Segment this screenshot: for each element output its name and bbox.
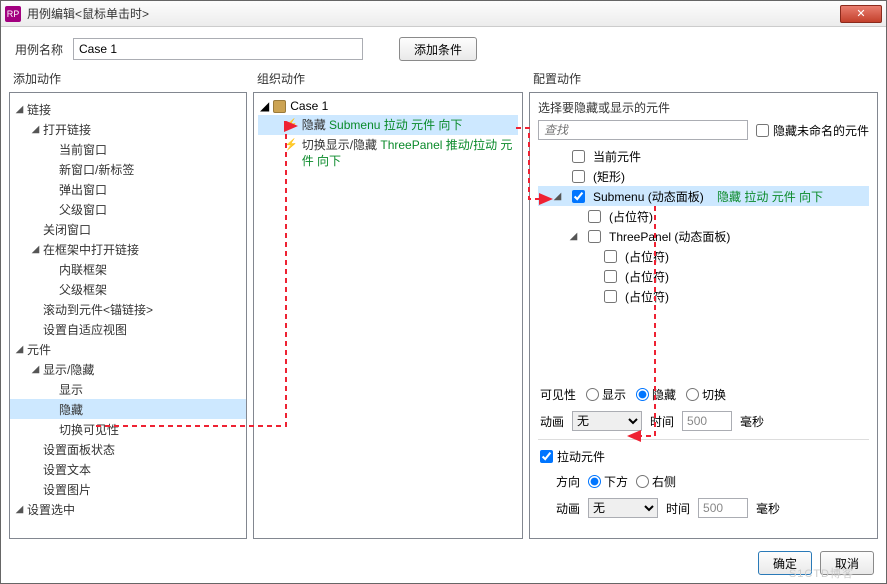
tree-scroll-to[interactable]: 滚动到元件<锚链接> (10, 299, 246, 319)
titlebar: RP 用例编辑<鼠标单击时> ✕ (1, 1, 886, 27)
case-editor-dialog: RP 用例编辑<鼠标单击时> ✕ 用例名称 添加条件 添加动作 ◢链接 ◢打开链… (0, 0, 887, 584)
pull-anim-select[interactable]: 无 (588, 498, 658, 518)
wi-ph4[interactable]: (占位符) (538, 286, 869, 306)
wi-threepanel[interactable]: ◢ThreePanel (动态面板) (538, 226, 869, 246)
org-case[interactable]: ◢ Case 1 (258, 97, 518, 115)
wi-ph3[interactable]: (占位符) (538, 266, 869, 286)
tree-hide[interactable]: 隐藏 (10, 399, 246, 419)
tree-open-in-frame[interactable]: ◢在框架中打开链接 (10, 239, 246, 259)
tree-parent-window[interactable]: 父级窗口 (10, 199, 246, 219)
bolt-icon: ⚡ (284, 117, 298, 133)
wi-submenu[interactable]: ◢Submenu (动态面板) 隐藏 拉动 元件 向下 (538, 186, 869, 206)
tree-new-window[interactable]: 新窗口/新标签 (10, 159, 246, 179)
pull-checkbox[interactable]: 拉动元件 (540, 448, 605, 465)
tree-close-window[interactable]: 关闭窗口 (10, 219, 246, 239)
tree-panel-state[interactable]: 设置面板状态 (10, 439, 246, 459)
org-action-hide[interactable]: ⚡ 隐藏 Submenu 拉动 元件 向下 (258, 115, 518, 135)
wi-rect[interactable]: (矩形) (538, 166, 869, 186)
wi-current[interactable]: 当前元件 (538, 146, 869, 166)
tree-inline-frame[interactable]: 内联框架 (10, 259, 246, 279)
animation-row: 动画 无 时间 毫秒 (530, 407, 877, 435)
organize-header: 组织动作 (253, 67, 523, 92)
case-name-input[interactable] (73, 38, 363, 60)
tree-open-link[interactable]: ◢打开链接 (10, 119, 246, 139)
radio-down[interactable]: 下方 (588, 473, 628, 490)
case-name-row: 用例名称 添加条件 (1, 27, 886, 67)
tree-widgets[interactable]: ◢元件 (10, 339, 246, 359)
radio-hide[interactable]: 隐藏 (636, 386, 676, 403)
tree-set-image[interactable]: 设置图片 (10, 479, 246, 499)
anim-select[interactable]: 无 (572, 411, 642, 431)
tree-popup-window[interactable]: 弹出窗口 (10, 179, 246, 199)
radio-right[interactable]: 右侧 (636, 473, 676, 490)
tree-show-hide[interactable]: ◢显示/隐藏 (10, 359, 246, 379)
watermark: S1CTD博客 (789, 565, 854, 581)
search-input[interactable] (538, 120, 748, 140)
anim-time-input[interactable] (682, 411, 732, 431)
add-condition-button[interactable]: 添加条件 (399, 37, 477, 61)
case-name-label: 用例名称 (15, 41, 63, 58)
widget-list: 当前元件 (矩形) ◢Submenu (动态面板) 隐藏 拉动 元件 向下 (占… (530, 146, 877, 306)
pull-time-input[interactable] (698, 498, 748, 518)
wi-ph1[interactable]: (占位符) (538, 206, 869, 226)
app-icon: RP (5, 6, 21, 22)
radio-show[interactable]: 显示 (586, 386, 626, 403)
configure-column: 配置动作 选择要隐藏或显示的元件 隐藏未命名的元件 当前元件 (矩形) ◢Sub… (529, 67, 878, 539)
configure-header: 配置动作 (529, 67, 878, 92)
tree-show[interactable]: 显示 (10, 379, 246, 399)
wi-ph2[interactable]: (占位符) (538, 246, 869, 266)
bolt-icon: ⚡ (284, 137, 298, 153)
org-action-toggle[interactable]: ⚡ 切换显示/隐藏 ThreePanel 推动/拉动 元件 向下 (258, 135, 518, 171)
action-tree: ◢链接 ◢打开链接 当前窗口 新窗口/新标签 弹出窗口 父级窗口 关闭窗口 ◢在… (10, 93, 246, 525)
tree-toggle-vis[interactable]: 切换可见性 (10, 419, 246, 439)
tree-links[interactable]: ◢链接 (10, 99, 246, 119)
add-action-column: 添加动作 ◢链接 ◢打开链接 当前窗口 新窗口/新标签 弹出窗口 父级窗口 关闭… (9, 67, 247, 539)
tree-parent-frame[interactable]: 父级框架 (10, 279, 246, 299)
hide-unnamed-checkbox[interactable]: 隐藏未命名的元件 (756, 122, 869, 139)
tree-adaptive-view[interactable]: 设置自适应视图 (10, 319, 246, 339)
folder-icon (273, 100, 286, 113)
dialog-title: 用例编辑<鼠标单击时> (27, 5, 840, 22)
close-button[interactable]: ✕ (840, 5, 882, 23)
pull-anim-row: 动画 无 时间 毫秒 (530, 494, 877, 522)
direction-row: 方向 下方 右侧 (530, 469, 877, 494)
organize-column: 组织动作 ◢ Case 1 ⚡ 隐藏 Submenu 拉动 元件 向下 ⚡ 切换… (253, 67, 523, 539)
add-action-header: 添加动作 (9, 67, 247, 92)
tree-current-window[interactable]: 当前窗口 (10, 139, 246, 159)
visibility-options: 可见性 显示 隐藏 切换 (530, 378, 877, 407)
tree-set-text[interactable]: 设置文本 (10, 459, 246, 479)
radio-toggle[interactable]: 切换 (686, 386, 726, 403)
cfg-subheader: 选择要隐藏或显示的元件 (530, 93, 877, 120)
tree-set-selected[interactable]: ◢设置选中 (10, 499, 246, 519)
